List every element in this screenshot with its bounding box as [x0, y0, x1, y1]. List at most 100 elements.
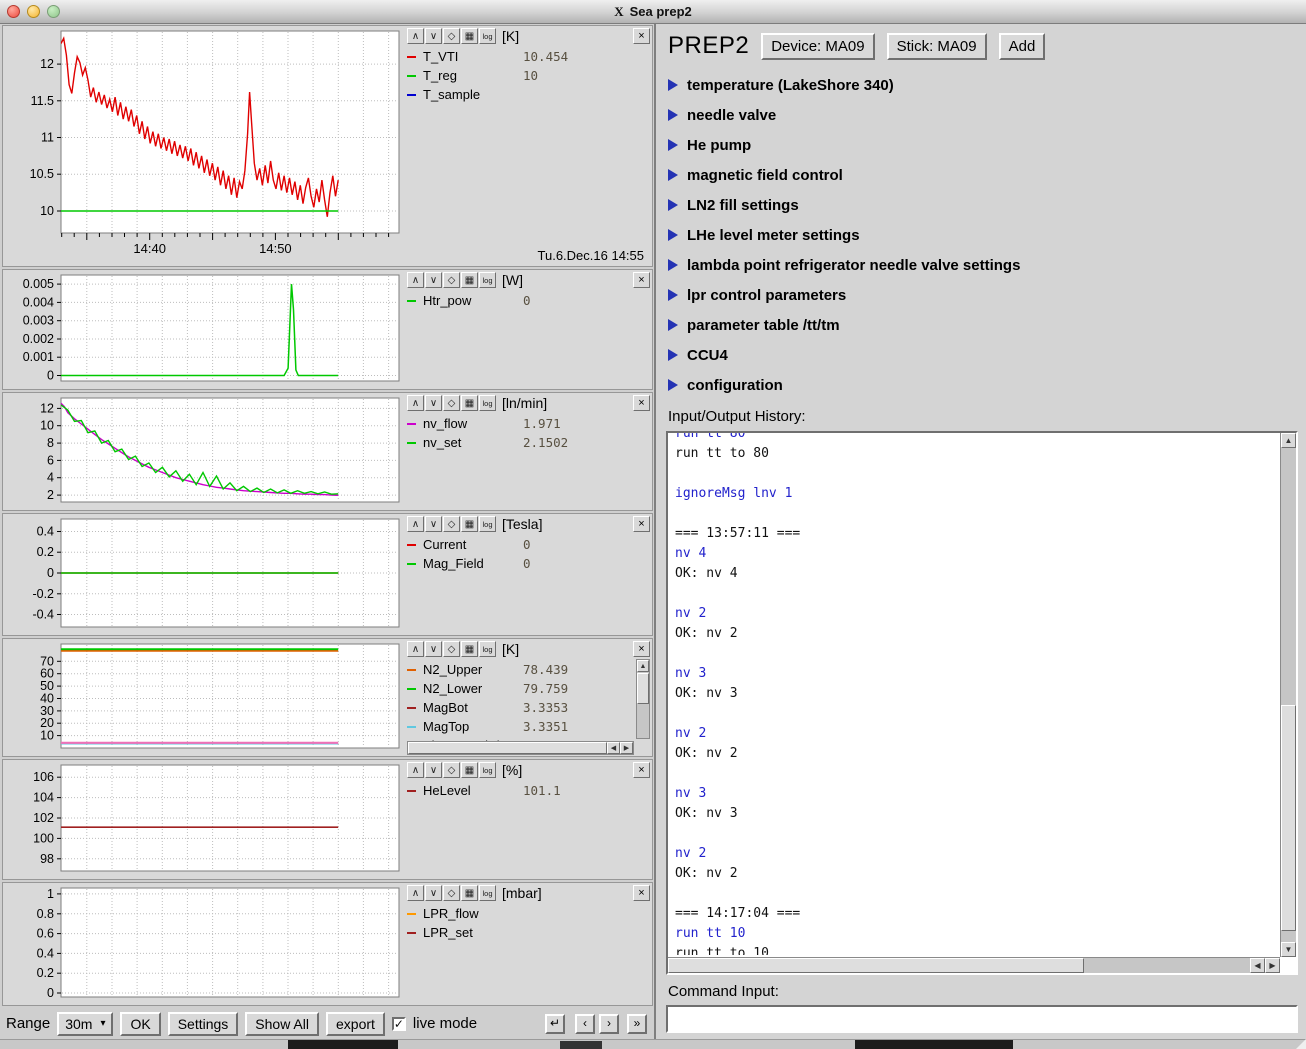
expand-triangle-icon[interactable] — [668, 319, 678, 331]
needle-valve-chart-plot[interactable]: 12108642 — [3, 393, 403, 510]
go-to-end-icon[interactable]: » — [627, 1014, 647, 1034]
zoom-icon[interactable]: ◇ — [443, 885, 460, 901]
scrollbar-thumb[interactable] — [637, 673, 649, 704]
chart-canvas[interactable]: 0.40.20-0.2-0.4 — [3, 514, 403, 635]
scrollbar-thumb[interactable] — [408, 742, 607, 754]
temperature-chart-plot[interactable]: 1211.51110.51014:4014:50 — [3, 26, 403, 266]
resize-grip[interactable] — [1296, 1039, 1306, 1049]
tree-item[interactable]: LN2 fill settings — [668, 190, 1298, 220]
subwindow-icon[interactable]: ▦ — [461, 641, 478, 657]
zoom-icon[interactable]: ◇ — [443, 641, 460, 657]
log-scale-icon[interactable]: log — [479, 516, 496, 532]
cryo-temperatures-chart-plot[interactable]: 70605040302010 — [3, 639, 403, 756]
subwindow-icon[interactable]: ▦ — [461, 28, 478, 44]
subwindow-icon[interactable]: ▦ — [461, 885, 478, 901]
he-level-chart-plot[interactable]: 10610410210098 — [3, 760, 403, 879]
legend-item[interactable]: Mag_Field0 — [407, 554, 630, 573]
tree-item[interactable]: needle valve — [668, 100, 1298, 130]
scroll-down-icon[interactable]: ∨ — [425, 28, 442, 44]
page-forward-icon[interactable]: › — [599, 1014, 619, 1034]
settings-button[interactable]: Settings — [168, 1012, 239, 1036]
legend-item[interactable]: T_sample — [407, 85, 630, 104]
scrollbar-track[interactable] — [1084, 958, 1250, 973]
scroll-up-icon[interactable]: ∧ — [407, 762, 424, 778]
subwindow-icon[interactable]: ▦ — [461, 395, 478, 411]
close-chart-icon[interactable]: × — [633, 885, 650, 901]
expand-triangle-icon[interactable] — [668, 259, 678, 271]
scroll-left-icon[interactable]: ◀ — [1250, 958, 1265, 973]
expand-triangle-icon[interactable] — [668, 289, 678, 301]
tree-item[interactable]: CCU4 — [668, 340, 1298, 370]
close-chart-icon[interactable]: × — [633, 395, 650, 411]
scrollbar-thumb[interactable] — [1281, 705, 1296, 930]
expand-triangle-icon[interactable] — [668, 109, 678, 121]
scroll-up-icon[interactable]: ▲ — [1281, 433, 1296, 448]
io-history-box[interactable]: run tt 80run tt to 80 ignoreMsg lnv 1 ==… — [666, 431, 1298, 975]
lpr-pressure-chart-plot[interactable]: 10.80.60.40.20 — [3, 883, 403, 1005]
expand-triangle-icon[interactable] — [668, 229, 678, 241]
log-scale-icon[interactable]: log — [479, 762, 496, 778]
chart-canvas[interactable]: 70605040302010 — [3, 639, 403, 756]
chart-canvas[interactable]: 10.80.60.40.20 — [3, 883, 403, 1005]
legend-item[interactable]: Htr_pow0 — [407, 291, 630, 310]
page-back-icon[interactable]: ‹ — [575, 1014, 595, 1034]
legend-item[interactable]: nv_flow1.971 — [407, 414, 630, 433]
export-button[interactable]: export — [326, 1012, 385, 1036]
scroll-down-icon[interactable]: ∨ — [425, 762, 442, 778]
tree-item[interactable]: He pump — [668, 130, 1298, 160]
chart-canvas[interactable]: 10610410210098 — [3, 760, 403, 879]
close-chart-icon[interactable]: × — [633, 641, 650, 657]
jump-latest-icon[interactable]: ↵ — [545, 1014, 565, 1034]
legend-item[interactable]: MagTop3.3351 — [407, 717, 630, 736]
close-chart-icon[interactable]: × — [633, 28, 650, 44]
log-scale-icon[interactable]: log — [479, 641, 496, 657]
chart-canvas[interactable]: 1211.51110.51014:4014:50 — [3, 26, 403, 266]
tree-item[interactable]: parameter table /tt/tm — [668, 310, 1298, 340]
legend-horizontal-scrollbar[interactable]: ◀ ▶ — [407, 741, 634, 755]
zoom-icon[interactable]: ◇ — [443, 516, 460, 532]
legend-item[interactable]: N2_Lower79.759 — [407, 679, 630, 698]
chart-canvas[interactable]: 0.0050.0040.0030.0020.0010 — [3, 270, 403, 389]
zoom-icon[interactable]: ◇ — [443, 395, 460, 411]
log-scale-icon[interactable]: log — [479, 28, 496, 44]
scroll-up-icon[interactable]: ∧ — [407, 516, 424, 532]
scroll-down-icon[interactable]: ∨ — [425, 395, 442, 411]
scroll-up-icon[interactable]: ∧ — [407, 395, 424, 411]
legend-item[interactable]: LPR_set — [407, 923, 630, 942]
log-scale-icon[interactable]: log — [479, 272, 496, 288]
live-mode-checkbox[interactable]: ✓ — [392, 1017, 406, 1031]
range-dropdown[interactable]: 30m ▾ — [57, 1012, 113, 1036]
scroll-down-icon[interactable]: ∨ — [425, 516, 442, 532]
scroll-down-icon[interactable]: ∨ — [425, 272, 442, 288]
expand-triangle-icon[interactable] — [668, 379, 678, 391]
legend-item[interactable]: N2_Upper78.439 — [407, 660, 630, 679]
legend-item[interactable]: T_reg10 — [407, 66, 630, 85]
legend-item[interactable]: T_VTI10.454 — [407, 47, 630, 66]
tree-item[interactable]: magnetic field control — [668, 160, 1298, 190]
stick-button[interactable]: Stick: MA09 — [887, 33, 987, 60]
legend-item[interactable]: nv_set2.1502 — [407, 433, 630, 452]
add-button[interactable]: Add — [999, 33, 1046, 60]
scroll-down-icon[interactable]: ▼ — [1281, 942, 1296, 957]
legend-item[interactable]: LPR_flow — [407, 904, 630, 923]
titlebar[interactable]: XSea prep2 — [0, 0, 1306, 24]
device-button[interactable]: Device: MA09 — [761, 33, 874, 60]
magnetic-field-chart-plot[interactable]: 0.40.20-0.2-0.4 — [3, 514, 403, 635]
scroll-up-icon[interactable]: ∧ — [407, 641, 424, 657]
tree-item[interactable]: lpr control parameters — [668, 280, 1298, 310]
log-scale-icon[interactable]: log — [479, 885, 496, 901]
scrollbar-thumb[interactable] — [668, 958, 1084, 973]
tree-item[interactable]: LHe level meter settings — [668, 220, 1298, 250]
expand-triangle-icon[interactable] — [668, 139, 678, 151]
show-all-button[interactable]: Show All — [245, 1012, 319, 1036]
tree-item[interactable]: temperature (LakeShore 340) — [668, 70, 1298, 100]
subwindow-icon[interactable]: ▦ — [461, 516, 478, 532]
scroll-left-icon[interactable]: ◀ — [607, 742, 620, 754]
expand-triangle-icon[interactable] — [668, 79, 678, 91]
history-vertical-scrollbar[interactable]: ▲ ▼ — [1280, 433, 1296, 957]
close-chart-icon[interactable]: × — [633, 516, 650, 532]
tree-item[interactable]: lambda point refrigerator needle valve s… — [668, 250, 1298, 280]
zoom-icon[interactable]: ◇ — [443, 28, 460, 44]
zoom-icon[interactable]: ◇ — [443, 762, 460, 778]
subwindow-icon[interactable]: ▦ — [461, 272, 478, 288]
